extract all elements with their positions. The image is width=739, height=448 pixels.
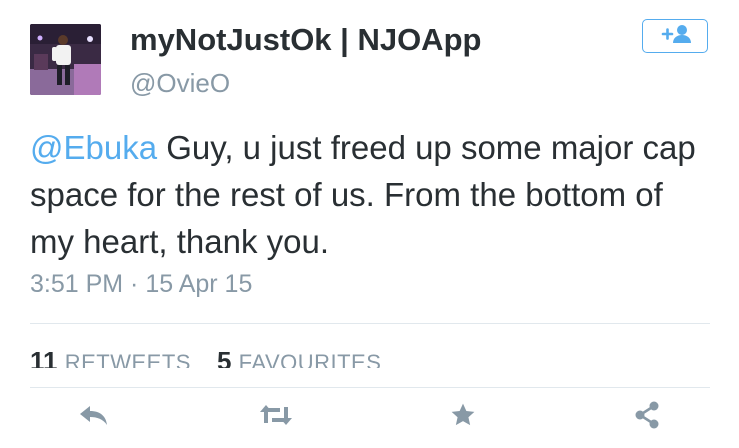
display-name[interactable]: myNotJustOk | NJOApp bbox=[130, 22, 481, 58]
favourites-count: 5 bbox=[216, 346, 232, 368]
user-handle[interactable]: @OvieO bbox=[130, 68, 230, 99]
favourite-button[interactable] bbox=[443, 399, 483, 435]
retweets-label: RETWEETS bbox=[64, 350, 191, 368]
follow-button[interactable] bbox=[642, 19, 708, 53]
stats-row: 11 RETWEETS 5 FAVOURITES bbox=[30, 340, 710, 368]
mention-link[interactable]: @Ebuka bbox=[30, 129, 157, 166]
retweet-button[interactable] bbox=[256, 399, 296, 435]
retweets-stat[interactable]: 11 RETWEETS bbox=[30, 346, 191, 368]
share-icon bbox=[634, 401, 660, 434]
share-button[interactable] bbox=[627, 399, 667, 435]
divider bbox=[30, 387, 710, 388]
star-icon bbox=[450, 402, 476, 433]
reply-icon bbox=[78, 403, 110, 432]
timestamp[interactable]: 3:51 PM · 15 Apr 15 bbox=[30, 270, 252, 299]
avatar[interactable] bbox=[30, 24, 101, 95]
favourites-stat[interactable]: 5 FAVOURITES bbox=[217, 346, 381, 368]
add-user-icon bbox=[658, 23, 692, 50]
reply-button[interactable] bbox=[74, 399, 114, 435]
favourites-label: FAVOURITES bbox=[238, 350, 382, 368]
retweet-icon bbox=[258, 402, 294, 433]
tweet-text: @Ebuka Guy, u just freed up some major c… bbox=[30, 124, 710, 265]
retweets-count: 11 bbox=[30, 346, 58, 368]
divider bbox=[30, 323, 710, 324]
